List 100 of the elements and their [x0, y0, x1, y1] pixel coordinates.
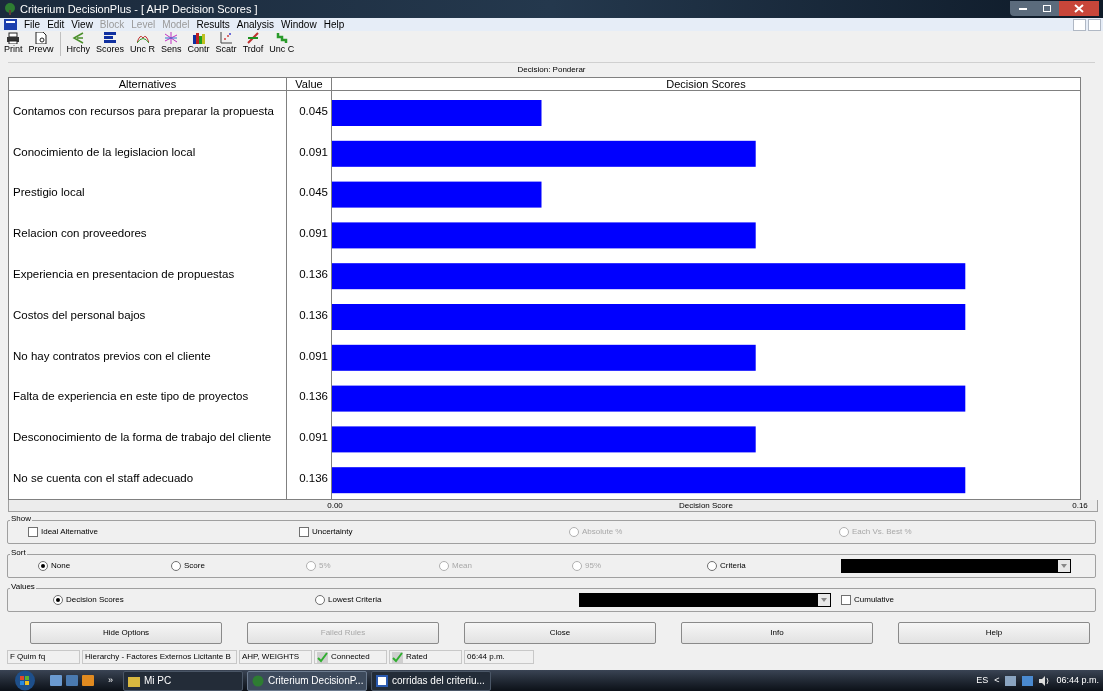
group-title: Sort: [10, 548, 27, 557]
radio-label: Criteria: [720, 560, 746, 572]
menu-item[interactable]: Results: [196, 18, 230, 31]
status-pane: AHP, WEIGHTS: [239, 650, 312, 664]
close-icon: [1059, 1, 1099, 16]
toolbar-button[interactable]: Hrchy: [66, 32, 91, 55]
status-pane: 06:44 p.m.: [464, 650, 534, 664]
dropdown[interactable]: [579, 593, 831, 607]
axis-title: Decision Score: [679, 499, 733, 512]
alternative-label: Prestigio local: [13, 185, 85, 201]
status-pane: Hierarchy - Factores Externos Licitante B: [82, 650, 237, 664]
folder-icon: [128, 674, 140, 687]
menu-item[interactable]: Edit: [47, 18, 65, 31]
radio-button[interactable]: [171, 561, 181, 571]
status-pane: F Quim fq: [7, 650, 80, 664]
toolbar-button[interactable]: Unc C: [269, 32, 295, 55]
decision-label: Decision: Ponderar: [517, 64, 586, 76]
clock[interactable]: 06:44 p.m.: [1056, 673, 1099, 688]
print-icon: [7, 32, 20, 44]
app-menu-icon: [4, 19, 17, 30]
maximize-button[interactable]: [1035, 1, 1059, 16]
document-icon: [376, 674, 388, 687]
axis-tick-label: 0.16: [1072, 500, 1088, 511]
toolbar-button[interactable]: Contr: [187, 32, 210, 55]
checkbox-label: Cumulative: [854, 594, 894, 606]
value-cell-text: 0.091: [299, 348, 328, 364]
value-cell-text: 0.045: [299, 103, 328, 119]
column-header: Decision Scores: [665, 78, 747, 90]
window-title: Criterium DecisionPlus - [ AHP Decision Scores ]: [20, 1, 258, 17]
value-cell-text: 0.136: [299, 389, 328, 405]
value-cell-text: 0.045: [299, 185, 328, 201]
radio-label: Decision Scores: [66, 594, 124, 606]
menu-item[interactable]: Window: [281, 18, 317, 31]
dialog-button[interactable]: Hide Options: [30, 622, 222, 644]
toolbar-button[interactable]: Unc R: [130, 32, 156, 55]
dialog-button[interactable]: Close: [464, 622, 656, 644]
value-cell-text: 0.136: [299, 266, 328, 282]
toolbar-button[interactable]: Scatr: [215, 32, 237, 55]
menu-item[interactable]: File: [24, 18, 41, 31]
status-pane: Rated: [389, 650, 462, 664]
preview-icon: [35, 32, 47, 44]
caret-icon: [1061, 564, 1067, 568]
tray-expand-button[interactable]: <: [994, 673, 1000, 688]
value-cell-text: 0.136: [299, 307, 328, 323]
taskbar-button[interactable]: Mi PC: [123, 670, 243, 691]
toolbar-button[interactable]: Trdof: [242, 32, 264, 55]
radio-label: Score: [184, 560, 205, 572]
hierarchy-icon: [72, 32, 85, 44]
radio-label: 95%: [585, 560, 601, 572]
alternative-label: No se cuenta con el staff adecuado: [13, 470, 194, 486]
alternative-label: Costos del personal bajos: [13, 307, 146, 323]
value-cell-text: 0.091: [299, 430, 328, 446]
radio-label: Mean: [452, 560, 472, 572]
overflow-button[interactable]: »: [108, 673, 113, 688]
menu-item[interactable]: Analysis: [236, 18, 275, 31]
radio-label: Lowest Criteria: [328, 594, 382, 606]
radio-button[interactable]: [53, 595, 63, 605]
alternative-label: Contamos con recursos para preparar la propuesta: [13, 103, 274, 119]
alternative-label: Desconocimiento de la forma de trabajo del cliente: [13, 430, 272, 446]
checkbox[interactable]: [299, 527, 309, 537]
dropdown[interactable]: [841, 559, 1071, 573]
taskbar-button[interactable]: corridas del criteriu...: [371, 670, 491, 691]
radio-label: Each Vs. Best %: [852, 526, 912, 538]
menu-item[interactable]: Help: [323, 18, 345, 31]
radio-label: 5%: [319, 560, 331, 572]
dialog-button[interactable]: Help: [898, 622, 1090, 644]
alternative-label: Conocimiento de la legislacion local: [13, 144, 196, 160]
toolbar-button[interactable]: Print: [4, 32, 23, 55]
group-title: Values: [10, 582, 36, 591]
check-icon: [317, 651, 328, 663]
radio-button[interactable]: [38, 561, 48, 571]
column-header: Value: [287, 78, 332, 90]
value-cell-text: 0.091: [299, 226, 328, 242]
dialog-button[interactable]: Info: [681, 622, 873, 644]
alternative-label: Experiencia en presentacion de propuestas: [13, 266, 235, 282]
radio-button[interactable]: [707, 561, 717, 571]
radio-label: None: [51, 560, 71, 572]
status-pane: Connected: [314, 650, 387, 664]
taskbar-button[interactable]: Criterium DecisionP...: [247, 670, 367, 691]
column-header: Alternatives: [9, 78, 287, 90]
value-cell-text: 0.091: [299, 144, 328, 160]
checkbox[interactable]: [841, 595, 851, 605]
volume-icon: [1039, 675, 1051, 686]
menu-item[interactable]: View: [71, 18, 93, 31]
checkbox[interactable]: [28, 527, 38, 537]
value-cell-text: 0.136: [299, 470, 328, 486]
toolbar-button[interactable]: Prevw: [28, 32, 54, 55]
toolbar-button[interactable]: Sens: [161, 32, 182, 55]
tree-icon: [4, 3, 16, 15]
axis-tick-label: 0.00: [327, 500, 343, 511]
start-button-icon: [12, 670, 38, 691]
alternative-label: Relacion con proveedores: [13, 226, 147, 242]
group-title: Show: [10, 514, 32, 523]
tree-icon: [252, 674, 264, 687]
language-indicator[interactable]: ES: [976, 673, 989, 688]
toolbar-button[interactable]: Scores: [96, 32, 125, 55]
scores-icon: [104, 32, 117, 44]
caret-icon: [821, 598, 827, 602]
checkbox-label: Uncertainty: [312, 526, 353, 538]
radio-button[interactable]: [315, 595, 325, 605]
